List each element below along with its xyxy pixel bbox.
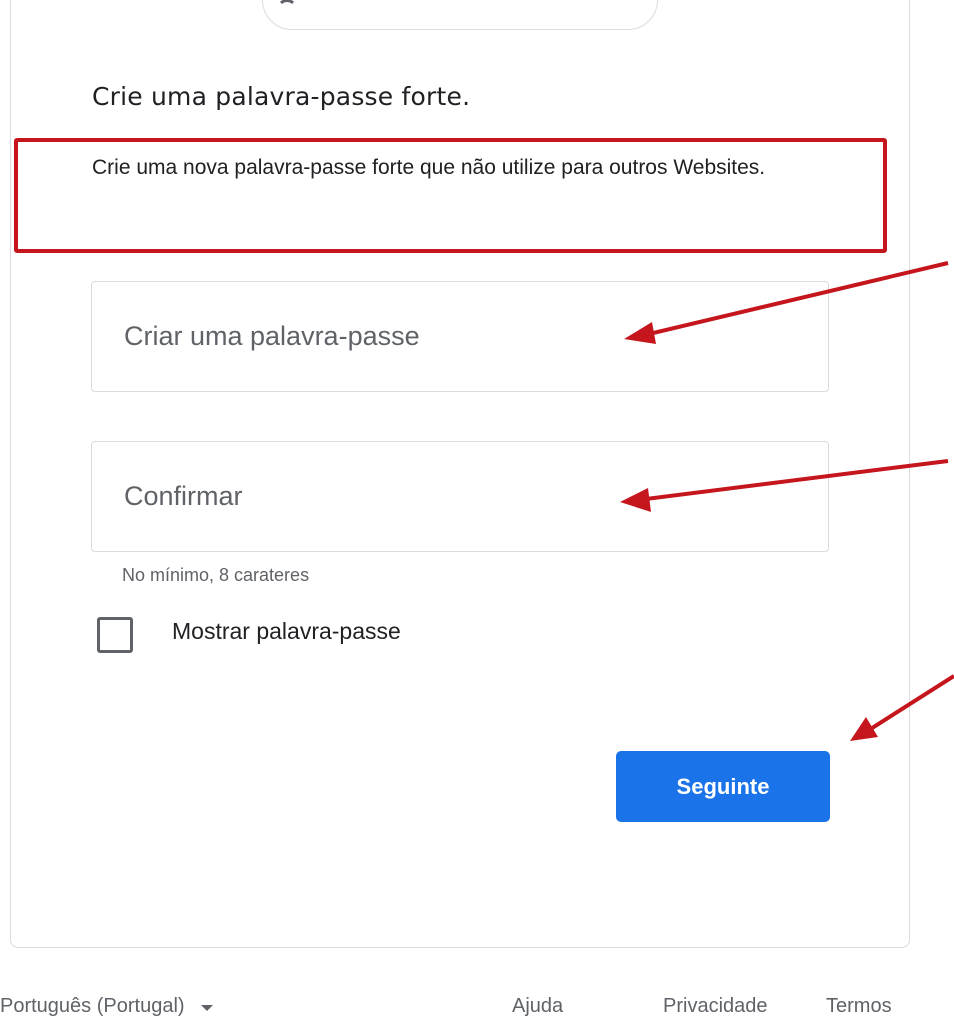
account-icon xyxy=(277,0,297,19)
account-chip[interactable] xyxy=(262,0,658,30)
language-label: Português (Portugal) xyxy=(0,995,185,1017)
show-password-label[interactable]: Mostrar palavra-passe xyxy=(172,618,401,645)
language-selector[interactable]: Português (Portugal) xyxy=(0,995,213,1018)
page-title: Crie uma palavra-passe forte. xyxy=(92,82,471,111)
confirm-password-field[interactable] xyxy=(91,441,829,552)
page-description: Crie uma nova palavra-passe forte que nã… xyxy=(92,156,766,179)
confirm-password-input[interactable] xyxy=(92,442,828,551)
terms-link[interactable]: Termos xyxy=(826,995,892,1018)
page: Crie uma palavra-passe forte. Crie uma n… xyxy=(0,0,954,1023)
password-input[interactable] xyxy=(92,282,828,391)
password-field[interactable] xyxy=(91,281,829,392)
next-button[interactable]: Seguinte xyxy=(616,751,830,822)
help-link[interactable]: Ajuda xyxy=(512,995,563,1018)
show-password-checkbox[interactable] xyxy=(97,617,133,653)
caret-down-icon xyxy=(200,1004,213,1011)
privacy-link[interactable]: Privacidade xyxy=(663,995,768,1018)
password-hint: No mínimo, 8 carateres xyxy=(122,565,310,585)
